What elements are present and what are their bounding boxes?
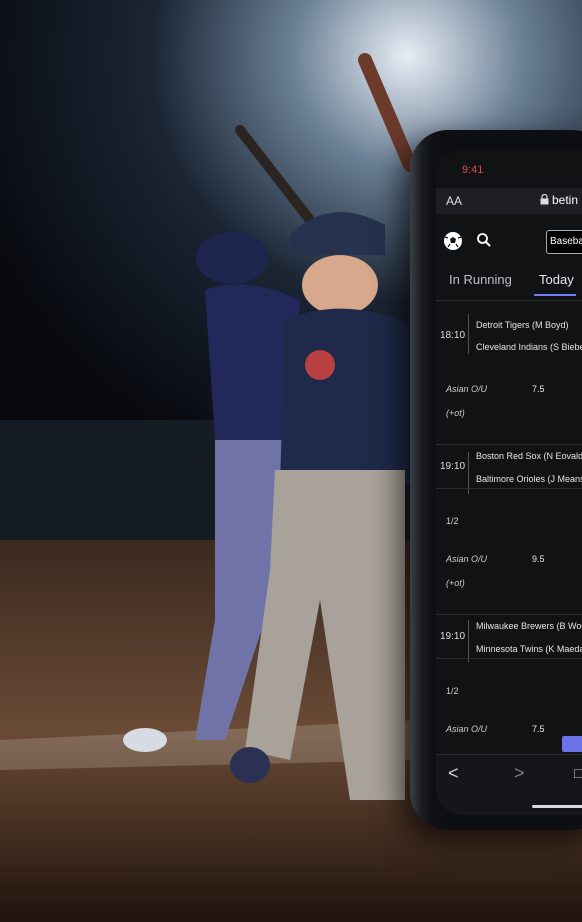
divider — [436, 658, 582, 659]
market-sub: (+ot) — [446, 578, 465, 588]
event-time: 19:10 — [440, 631, 466, 642]
team-home: Boston Red Sox (N Eovaldi — [476, 451, 582, 461]
team-away: Baltimore Orioles (J Means — [476, 474, 582, 484]
market-label: 1/2 — [446, 516, 459, 526]
browser-url-bar[interactable]: AA betin — [436, 188, 582, 214]
market-label: 1/2 — [446, 686, 459, 696]
app-header: Baseball — [436, 228, 582, 258]
event-time: 18:10 — [440, 330, 466, 341]
home-indicator — [532, 805, 582, 808]
team-home: Detroit Tigers (M Boyd) — [476, 320, 569, 330]
lock-icon — [540, 193, 549, 208]
team-home: Milwaukee Brewers (B Woo — [476, 621, 582, 631]
divider — [436, 444, 582, 445]
market-line[interactable]: 7.5 — [532, 724, 545, 734]
market-sub: (+ot) — [446, 408, 465, 418]
reader-text-size-button[interactable]: AA — [446, 194, 462, 208]
phone-screen: 9:41 AA betin Baseball In Running Today … — [436, 150, 582, 815]
market-label: Asian O/U — [446, 724, 488, 734]
browser-bottom-bar: < > □ — [436, 754, 582, 815]
market-line[interactable]: 9.5 — [532, 554, 545, 564]
market-label: Asian O/U — [446, 384, 488, 394]
tab-today[interactable]: Today — [539, 272, 574, 287]
soccer-ball-icon[interactable] — [442, 230, 464, 252]
url-text[interactable]: betin — [552, 193, 578, 207]
search-icon[interactable] — [476, 232, 492, 248]
team-away: Minnesota Twins (K Maeda — [476, 644, 582, 654]
tabs: In Running Today — [436, 262, 582, 298]
market-line[interactable]: 7.5 — [532, 384, 545, 394]
sport-select[interactable]: Baseball — [546, 230, 582, 254]
divider — [436, 614, 582, 615]
divider — [436, 300, 582, 301]
active-tab-indicator — [534, 294, 576, 296]
team-away: Cleveland Indians (S Bieber — [476, 342, 582, 352]
divider — [436, 488, 582, 489]
status-time: 9:41 — [462, 164, 484, 176]
tab-in-running[interactable]: In Running — [449, 272, 512, 287]
event-time: 19:10 — [440, 461, 466, 472]
odds-button[interactable] — [562, 736, 582, 752]
forward-icon[interactable]: > — [514, 763, 525, 784]
back-icon[interactable]: < — [448, 763, 459, 784]
market-label: Asian O/U — [446, 554, 488, 564]
share-icon[interactable]: □ — [574, 765, 582, 781]
